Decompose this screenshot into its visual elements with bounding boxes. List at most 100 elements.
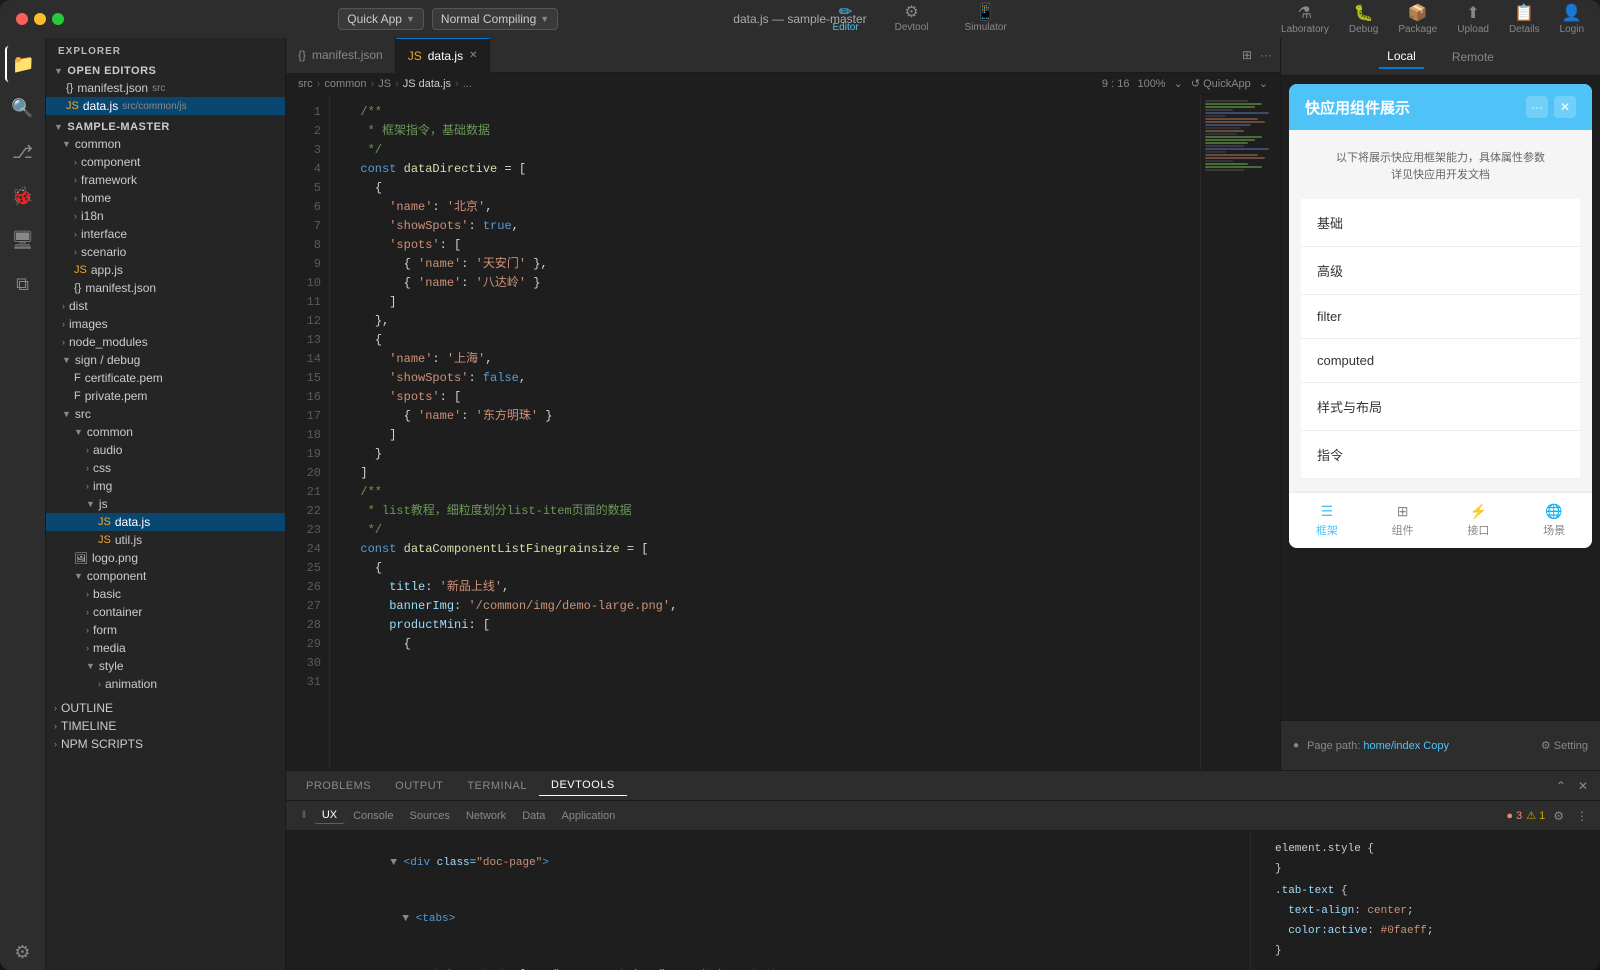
tree-private-pem[interactable]: F private.pem [46, 387, 285, 405]
tree-common[interactable]: ▼ common [46, 135, 285, 153]
tree-js[interactable]: ▼ js [46, 495, 285, 513]
tree-logo-png[interactable]: 🖼 logo.png [46, 549, 285, 567]
app-dropdown[interactable]: Quick App ▼ [338, 8, 424, 30]
devtools-tab-network[interactable]: Network [458, 808, 514, 824]
tree-audio[interactable]: › audio [46, 441, 285, 459]
tree-node-modules[interactable]: › node_modules [46, 333, 285, 351]
menu-item-basic[interactable]: 基础 [1301, 199, 1580, 247]
tree-framework[interactable]: › framework [46, 171, 285, 189]
open-editor-datajs[interactable]: JS data.js src/common/js [46, 97, 285, 115]
activity-remote[interactable]: 🖥 [5, 222, 41, 258]
action-upload[interactable]: ⬆ Upload [1457, 3, 1489, 35]
panel-tab-problems[interactable]: PROBLEMS [294, 776, 383, 796]
open-editors-header[interactable]: ▼ OPEN Editors [46, 63, 285, 79]
setting-btn[interactable]: ⚙ Setting [1541, 739, 1588, 752]
tree-component[interactable]: › component [46, 153, 285, 171]
minimize-button[interactable] [34, 13, 46, 25]
panel-close-icon[interactable]: ✕ [1574, 779, 1592, 793]
footer-tab-component[interactable]: ⊞ 组件 [1380, 501, 1426, 540]
phone-close-btn[interactable]: ✕ [1554, 96, 1576, 118]
tree-form[interactable]: › form [46, 621, 285, 639]
tree-comp[interactable]: ▼ component [46, 567, 285, 585]
phone-more-btn[interactable]: ··· [1526, 96, 1548, 118]
dist-label: dist [69, 299, 88, 313]
tree-util-js[interactable]: JS util.js [46, 531, 285, 549]
close-button[interactable] [16, 13, 28, 25]
tree-manifestjson[interactable]: {} manifest.json [46, 279, 285, 297]
devtools-tab-ux[interactable]: UX [314, 807, 345, 824]
tree-css[interactable]: › css [46, 459, 285, 477]
chevron-down-icon[interactable]: ⌄ [1174, 77, 1183, 90]
main-layout: 📁 🔍 ⎇ 🐞 🖥 ⧉ ⚙ EXPLORER ▼ OPEN Editors {}… [0, 38, 1600, 970]
preview-tab-local[interactable]: Local [1379, 45, 1424, 69]
tree-style[interactable]: ▼ style [46, 657, 285, 675]
tree-img[interactable]: › img [46, 477, 285, 495]
code-editor[interactable]: /** * 框架指令，基础数据 */ const dataDirective =… [330, 95, 1200, 770]
tree-basic[interactable]: › basic [46, 585, 285, 603]
split-editor-icon[interactable]: ⊞ [1242, 48, 1252, 62]
menu-item-directive[interactable]: 指令 [1301, 431, 1580, 479]
activity-explorer[interactable]: 📁 [5, 46, 41, 82]
activity-debug[interactable]: 🐞 [5, 178, 41, 214]
action-laboratory[interactable]: ⚗ Laboratory [1281, 3, 1329, 35]
outline-header[interactable]: › OUTLINE [46, 699, 285, 717]
json-icon: {} [66, 82, 73, 94]
chevron-down-icon2[interactable]: ⌄ [1259, 77, 1268, 90]
action-details[interactable]: 📋 Details [1509, 3, 1540, 35]
editor-tab-manifest[interactable]: {} manifest.json [286, 38, 396, 73]
devtools-more-icon[interactable]: ⋮ [1572, 809, 1592, 823]
menu-item-advanced[interactable]: 高级 [1301, 247, 1580, 295]
tree-container[interactable]: › container [46, 603, 285, 621]
footer-tab-framework[interactable]: ☰ 框架 [1304, 501, 1350, 540]
menu-item-computed[interactable]: computed [1301, 339, 1580, 383]
tree-media[interactable]: › media [46, 639, 285, 657]
editor-tab-datajs[interactable]: JS data.js ✕ [396, 38, 491, 73]
copy-link[interactable]: Copy [1423, 740, 1449, 752]
tree-sign-debug[interactable]: ▼ sign / debug [46, 351, 285, 369]
action-package[interactable]: 📦 Package [1398, 3, 1437, 35]
tree-home[interactable]: › home [46, 189, 285, 207]
tab-simulator[interactable]: 📱 Simulator [949, 1, 1023, 37]
tree-appjs[interactable]: JS app.js [46, 261, 285, 279]
more-icon[interactable]: ··· [1260, 48, 1272, 62]
preview-tab-remote[interactable]: Remote [1444, 46, 1502, 68]
tab-devtool[interactable]: ⚙ Devtool [879, 1, 945, 37]
action-login[interactable]: 👤 Login [1560, 3, 1584, 35]
tree-src-common[interactable]: ▼ common [46, 423, 285, 441]
devtools-tab-application[interactable]: Application [553, 808, 623, 824]
devtools-tab-sources[interactable]: Sources [401, 808, 457, 824]
tree-data-js[interactable]: JS data.js [46, 513, 285, 531]
panel-expand-icon[interactable]: ⌃ [1552, 779, 1570, 793]
timeline-header[interactable]: › TIMELINE [46, 717, 285, 735]
devtools-settings-icon[interactable]: ⚙ [1549, 809, 1568, 823]
activity-git[interactable]: ⎇ [5, 134, 41, 170]
footer-tab-scene[interactable]: 🌐 场景 [1531, 501, 1577, 540]
project-header[interactable]: ▼ SAMPLE-MASTER [46, 119, 285, 135]
activity-settings[interactable]: ⚙ [5, 934, 41, 970]
action-debug[interactable]: 🐛 Debug [1349, 3, 1378, 35]
panel-tab-terminal[interactable]: TERMINAL [455, 776, 539, 796]
tree-images[interactable]: › images [46, 315, 285, 333]
panel-tab-output[interactable]: OUTPUT [383, 776, 455, 796]
open-editor-manifest[interactable]: {} manifest.json src [46, 79, 285, 97]
menu-item-style[interactable]: 样式与布局 [1301, 383, 1580, 431]
devtools-tab-console[interactable]: Console [345, 808, 401, 824]
mode-dropdown[interactable]: Normal Compiling ▼ [432, 8, 558, 30]
devtools-filter-btn[interactable]: ⧛ [294, 807, 314, 824]
activity-search[interactable]: 🔍 [5, 90, 41, 126]
maximize-button[interactable] [52, 13, 64, 25]
tree-interface[interactable]: › interface [46, 225, 285, 243]
panel-tab-devtools[interactable]: DEVTOOLS [539, 775, 627, 796]
npm-scripts-header[interactable]: › NPM SCRIPTS [46, 735, 285, 753]
activity-extensions[interactable]: ⧉ [5, 266, 41, 302]
tab-close-icon[interactable]: ✕ [469, 50, 477, 61]
devtools-tab-data[interactable]: Data [514, 808, 553, 824]
menu-item-filter[interactable]: filter [1301, 295, 1580, 339]
footer-tab-interface[interactable]: ⚡ 接口 [1455, 501, 1501, 540]
tree-src[interactable]: ▼ src [46, 405, 285, 423]
tree-scenario[interactable]: › scenario [46, 243, 285, 261]
tree-cert-pem[interactable]: F certificate.pem [46, 369, 285, 387]
tree-dist[interactable]: › dist [46, 297, 285, 315]
tree-animation[interactable]: › animation [46, 675, 285, 693]
tree-i18n[interactable]: › i18n [46, 207, 285, 225]
